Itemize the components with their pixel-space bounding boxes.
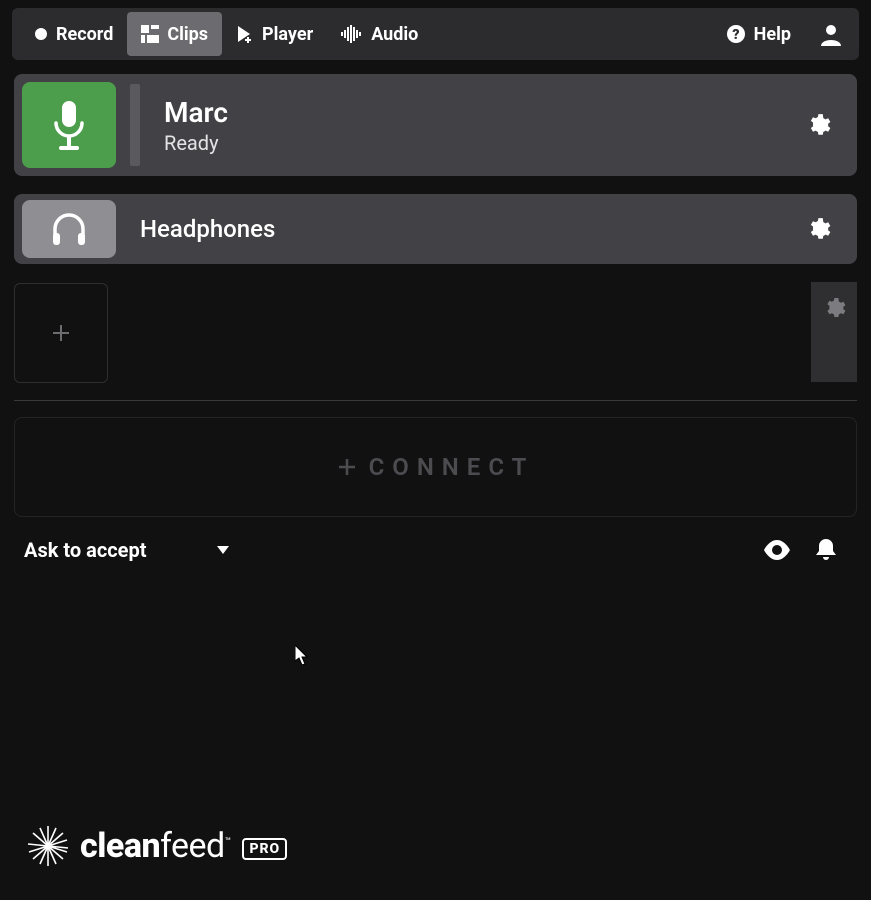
- bell-icon: [815, 537, 837, 563]
- waveform-icon: [341, 25, 363, 43]
- output-settings-button[interactable]: [799, 210, 837, 248]
- audio-label: Audio: [371, 24, 418, 45]
- help-button[interactable]: ? Help: [712, 12, 805, 56]
- plus-icon: [52, 324, 70, 342]
- output-channel-name: Headphones: [140, 215, 785, 243]
- logo-burst-icon: [24, 822, 72, 870]
- eye-icon: [763, 540, 791, 560]
- player-icon: [236, 25, 254, 43]
- top-toolbar: Record Clips Player: [12, 8, 859, 60]
- logo-text: cleanfeed™ PRO: [80, 826, 287, 866]
- notifications-button[interactable]: [803, 537, 849, 563]
- channel-list-settings-button[interactable]: [811, 282, 857, 382]
- bottom-controls: Ask to accept: [0, 517, 871, 563]
- help-icon: ?: [726, 24, 746, 44]
- audio-button[interactable]: Audio: [327, 12, 432, 56]
- account-button[interactable]: [811, 12, 851, 56]
- logo-text-a: clean: [80, 826, 160, 866]
- headphones-icon: [49, 211, 89, 247]
- pro-badge: PRO: [242, 838, 287, 860]
- input-channel-card: Marc Ready: [14, 74, 857, 176]
- add-channel-row: [14, 282, 857, 384]
- record-button[interactable]: Record: [20, 12, 127, 56]
- help-label: Help: [754, 24, 791, 45]
- section-divider: [14, 400, 857, 401]
- input-settings-button[interactable]: [799, 106, 837, 144]
- record-label: Record: [56, 24, 113, 45]
- input-channel-name: Marc: [164, 96, 785, 129]
- gear-icon: [805, 216, 831, 242]
- input-channel-info: Marc Ready: [154, 96, 785, 155]
- add-channel-button[interactable]: [14, 283, 108, 383]
- visibility-button[interactable]: [751, 540, 803, 560]
- output-channel-info: Headphones: [130, 215, 785, 243]
- toolbar-left-group: Record Clips Player: [20, 12, 432, 56]
- clips-label: Clips: [167, 24, 208, 45]
- gear-icon: [805, 112, 831, 138]
- output-channel-card: Headphones: [14, 194, 857, 264]
- plus-icon: [337, 457, 357, 477]
- toolbar-right-group: ? Help: [712, 12, 851, 56]
- headphones-tile[interactable]: [22, 200, 116, 258]
- accept-mode-label: Ask to accept: [24, 538, 147, 562]
- input-channel-status: Ready: [164, 131, 785, 155]
- mouse-cursor: [295, 645, 311, 667]
- clips-button[interactable]: Clips: [127, 12, 222, 56]
- player-button[interactable]: Player: [222, 12, 327, 56]
- input-level-meter: [130, 84, 140, 166]
- svg-text:?: ?: [732, 27, 739, 43]
- accept-mode-dropdown[interactable]: Ask to accept: [24, 538, 229, 562]
- user-icon: [819, 22, 843, 46]
- microphone-icon: [49, 99, 89, 151]
- mic-toggle-tile[interactable]: [22, 82, 116, 168]
- connect-label: CONNECT: [369, 453, 535, 481]
- trademark-symbol: ™: [225, 837, 231, 848]
- record-icon: [34, 27, 48, 41]
- logo-text-b: feed: [160, 826, 225, 866]
- brand-logo: cleanfeed™ PRO: [24, 822, 287, 870]
- connect-button[interactable]: CONNECT: [14, 417, 857, 517]
- gear-icon: [822, 296, 846, 320]
- clips-icon: [141, 25, 159, 43]
- chevron-down-icon: [217, 546, 229, 554]
- player-label: Player: [262, 24, 313, 45]
